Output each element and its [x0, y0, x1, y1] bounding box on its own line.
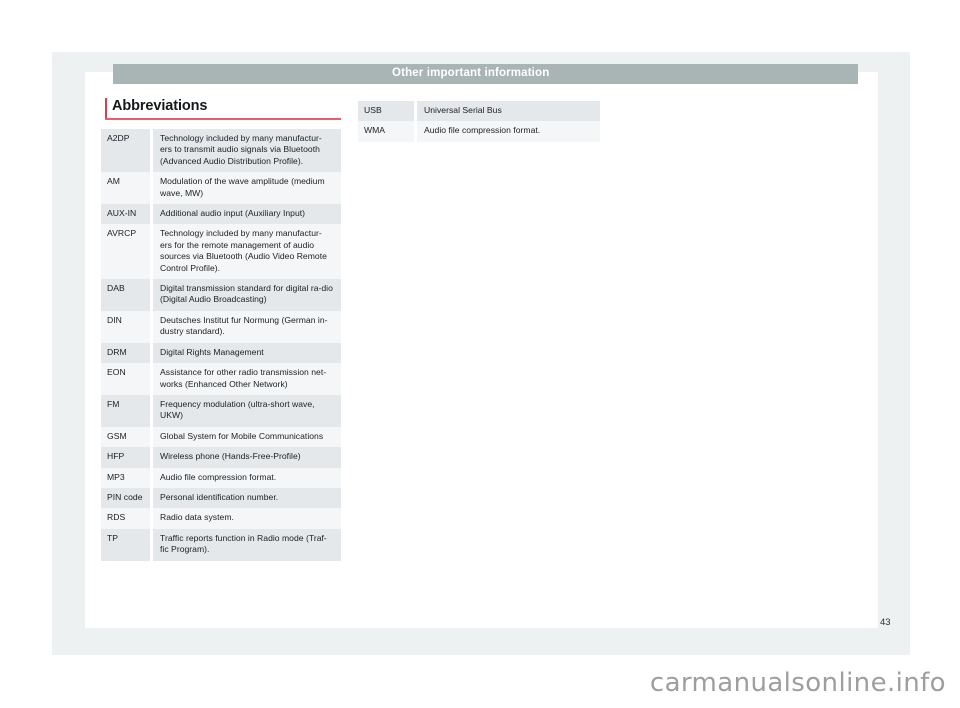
- table-right-body: USB Universal Serial Bus WMA Audio file com…: [358, 101, 600, 142]
- abbreviation-definition: Technology included by many manufactur-e…: [153, 224, 341, 280]
- table-row: PIN code Personal identification number.: [101, 487, 341, 509]
- table-row: DRM Digital Rights Management: [101, 342, 341, 364]
- abbreviation-term: AM: [101, 172, 153, 205]
- heading-accent-bar: [105, 98, 107, 119]
- abbreviation-term: RDS: [101, 508, 153, 529]
- abbreviation-definition: Audio file compression format.: [417, 121, 600, 142]
- abbreviation-definition: Audio file compression format.: [153, 467, 341, 488]
- page-number: 43: [880, 617, 891, 628]
- table-row: HFP Wireless phone (Hands-Free-Profile): [101, 447, 341, 468]
- table-row: FM Frequency modulation (ultra-short wave…: [101, 394, 341, 427]
- table-left-body: A2DP Technology included by many manufact…: [101, 129, 341, 561]
- abbreviation-term: DIN: [101, 310, 153, 343]
- abbreviation-definition: Radio data system.: [153, 508, 341, 529]
- table-row: USB Universal Serial Bus: [358, 101, 600, 122]
- abbreviation-definition: Global System for Mobile Communications: [153, 426, 341, 448]
- abbreviation-term: EON: [101, 363, 153, 395]
- table-row: MP3 Audio file compression format.: [101, 467, 341, 488]
- page-title: Abbreviations: [112, 98, 208, 114]
- table-row: DAB Digital transmission standard for dig…: [101, 279, 341, 311]
- table-row: TP Traffic reports function in Radio mode…: [101, 528, 341, 561]
- abbreviation-definition: Digital transmission standard for digita…: [153, 279, 341, 311]
- abbreviation-term: HFP: [101, 447, 153, 468]
- abbreviation-definition: Digital Rights Management: [153, 342, 341, 364]
- abbreviations-table-left: A2DP Technology included by many manufact…: [101, 129, 341, 561]
- abbreviation-term: PIN code: [101, 487, 153, 509]
- watermark: carmanualsonline.info: [649, 668, 946, 698]
- table-row: AUX-IN Additional audio input (Auxiliary …: [101, 204, 341, 225]
- abbreviation-definition: Wireless phone (Hands-Free-Profile): [153, 447, 341, 468]
- table-row: RDS Radio data system.: [101, 508, 341, 529]
- abbreviation-term: FM: [101, 394, 153, 427]
- abbreviation-definition: Modulation of the wave amplitude (medium…: [153, 172, 341, 205]
- abbreviation-term: GSM: [101, 426, 153, 448]
- abbreviation-term: WMA: [358, 121, 417, 142]
- abbreviation-term: TP: [101, 528, 153, 561]
- abbreviation-term: DRM: [101, 342, 153, 364]
- abbreviation-term: USB: [358, 101, 417, 122]
- abbreviation-term: MP3: [101, 467, 153, 488]
- abbreviation-definition: Frequency modulation (ultra-short wave, …: [153, 394, 341, 427]
- abbreviation-definition: Universal Serial Bus: [417, 101, 600, 122]
- table-row: AVRCP Technology included by many manufac…: [101, 224, 341, 280]
- abbreviation-definition: Assistance for other radio transmission …: [153, 363, 341, 395]
- abbreviation-definition: Personal identification number.: [153, 487, 341, 509]
- table-row: EON Assistance for other radio transmissi…: [101, 363, 341, 395]
- running-header-bar: Other important information: [113, 64, 858, 84]
- abbreviation-term: DAB: [101, 279, 153, 311]
- abbreviation-definition: Technology included by many manufactur-e…: [153, 129, 341, 173]
- heading-underline: [105, 118, 341, 120]
- abbreviation-term: A2DP: [101, 129, 153, 173]
- table-row: WMA Audio file compression format.: [358, 121, 600, 142]
- abbreviation-term: AVRCP: [101, 224, 153, 280]
- abbreviations-table-right: USB Universal Serial Bus WMA Audio file com…: [358, 101, 600, 142]
- table-row: A2DP Technology included by many manufact…: [101, 129, 341, 173]
- abbreviation-definition: Traffic reports function in Radio mode (…: [153, 528, 341, 561]
- running-header-title: Other important information: [392, 67, 550, 79]
- section-heading: Abbreviations: [105, 98, 341, 120]
- abbreviation-term: AUX-IN: [101, 204, 153, 225]
- abbreviation-definition: Deutsches Institut fur Normung (German i…: [153, 310, 341, 343]
- table-row: GSM Global System for Mobile Communicatio…: [101, 426, 341, 448]
- abbreviation-definition: Additional audio input (Auxiliary Input): [153, 204, 341, 225]
- table-row: DIN Deutsches Institut fur Normung (Germa…: [101, 310, 341, 343]
- table-row: AM Modulation of the wave amplitude (medi…: [101, 172, 341, 205]
